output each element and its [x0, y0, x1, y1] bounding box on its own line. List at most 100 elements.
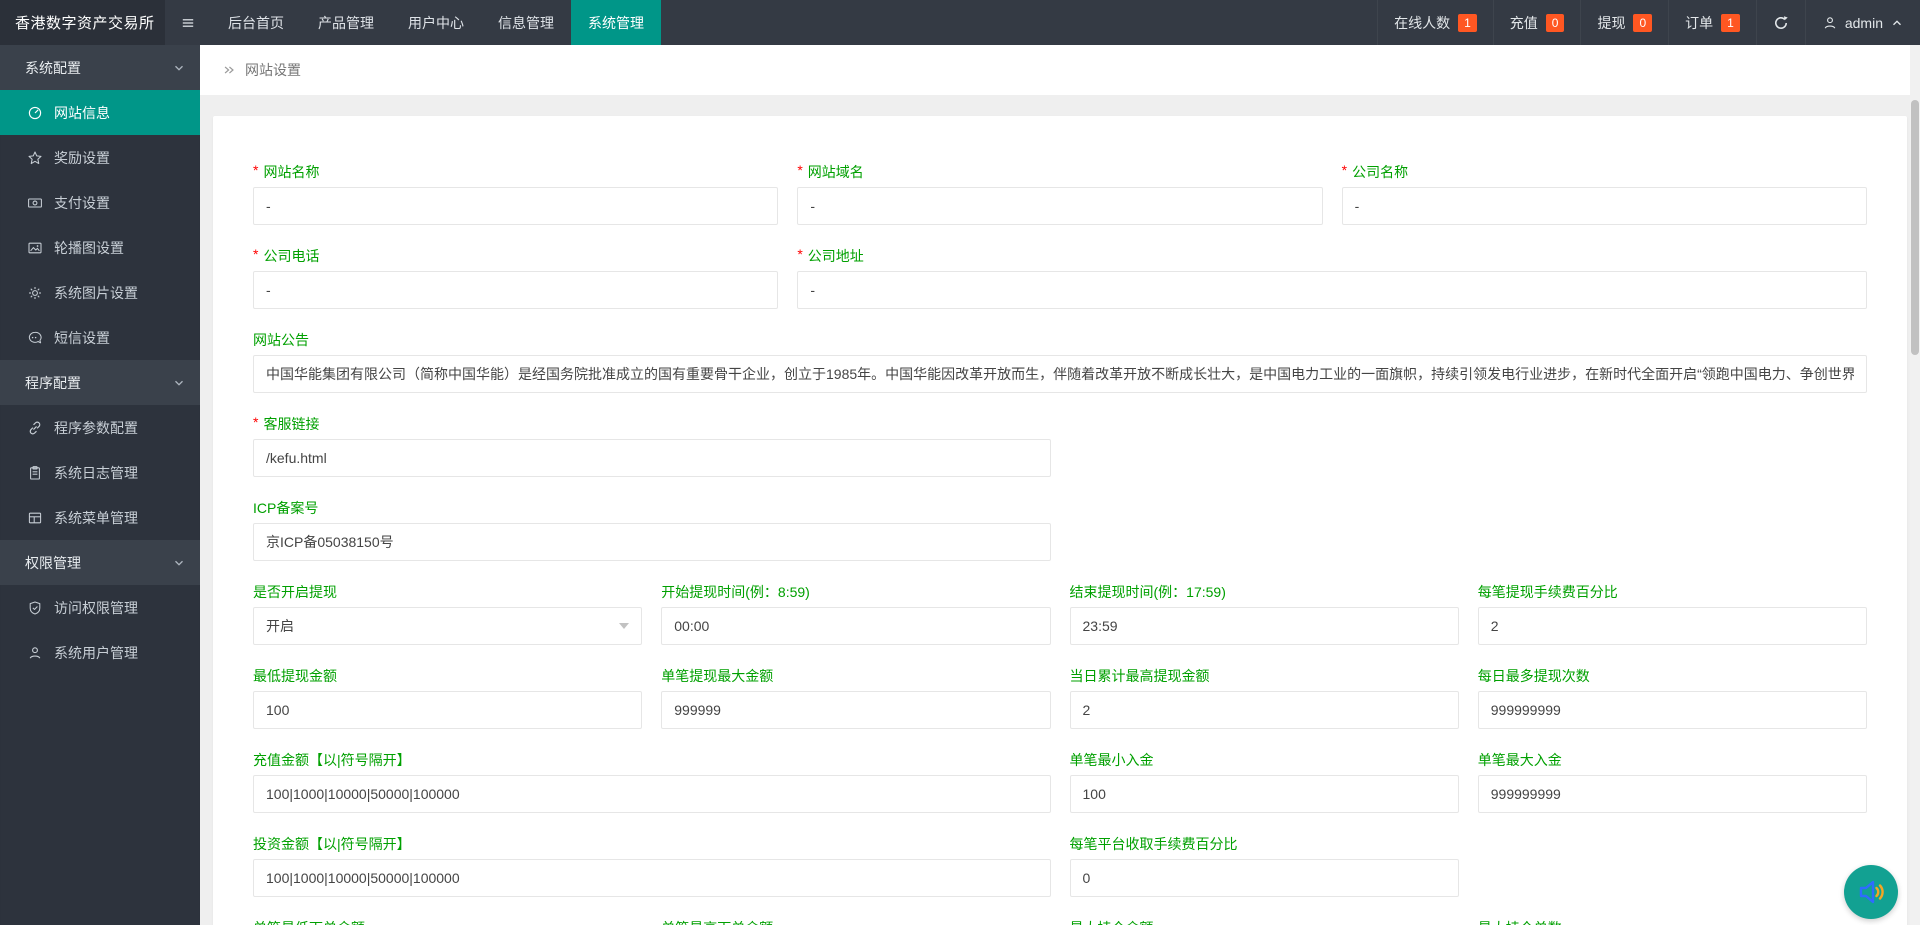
withdraw-min-input[interactable] [253, 691, 642, 729]
sidebar-item-system-logs[interactable]: 系统日志管理 [0, 450, 200, 495]
refresh-button[interactable] [1756, 0, 1805, 45]
sidebar-item-access-permissions[interactable]: 访问权限管理 [0, 585, 200, 630]
field-platform-fee: 每笔平台收取手续费百分比 [1070, 834, 1459, 897]
nav-item-info[interactable]: 信息管理 [481, 0, 571, 45]
sidebar-item-program-params[interactable]: 程序参数配置 [0, 405, 200, 450]
vertical-scrollbar[interactable] [1910, 45, 1920, 925]
field-withdraw-start: 开始提现时间(例：8:59) [661, 582, 1050, 645]
field-deposit-min: 单笔最小入金 [1070, 750, 1459, 813]
field-withdraw-fee: 每笔提现手续费百分比 [1478, 582, 1867, 645]
image-icon [27, 240, 43, 256]
icp-input[interactable] [253, 523, 1051, 561]
status-badge: 0 [1633, 14, 1652, 32]
field-site-name: 网站名称 [253, 162, 778, 225]
field-label: 充值金额【以|符号隔开】 [253, 750, 1051, 768]
nav-item-products[interactable]: 产品管理 [301, 0, 391, 45]
sidebar-item-system-users[interactable]: 系统用户管理 [0, 630, 200, 675]
field-label: 每日最多提现次数 [1478, 666, 1867, 684]
sidebar-group-program-config[interactable]: 程序配置 [0, 360, 200, 405]
status-badge: 1 [1458, 14, 1477, 32]
stat-online-users[interactable]: 在线人数 1 [1377, 0, 1493, 45]
user-menu[interactable]: admin [1805, 0, 1920, 45]
user-icon [1822, 15, 1838, 31]
field-withdraw-enabled: 是否开启提现 开启 [253, 582, 642, 645]
sidebar-item-system-menus[interactable]: 系统菜单管理 [0, 495, 200, 540]
stat-label: 充值 [1510, 13, 1538, 33]
withdraw-max-single-input[interactable] [661, 691, 1050, 729]
money-icon [27, 195, 43, 211]
settings-form-card: 网站名称 网站域名 公司名称 公司电话 公司地址 网站公告 [213, 116, 1907, 925]
sidebar-group-system-config[interactable]: 系统配置 [0, 45, 200, 90]
sidebar-toggle-button[interactable] [165, 0, 211, 45]
stat-recharge[interactable]: 充值 0 [1493, 0, 1581, 45]
user-icon [27, 645, 43, 661]
announcement-input[interactable] [253, 355, 1867, 393]
sidebar-item-site-info[interactable]: 网站信息 [0, 90, 200, 135]
withdraw-fee-input[interactable] [1478, 607, 1867, 645]
field-company-name: 公司名称 [1342, 162, 1867, 225]
header-right: 在线人数 1 充值 0 提现 0 订单 1 admin [1377, 0, 1920, 45]
stat-withdraw[interactable]: 提现 0 [1580, 0, 1668, 45]
service-link-input[interactable] [253, 439, 1051, 477]
withdraw-max-daily-input[interactable] [1070, 691, 1459, 729]
deposit-min-input[interactable] [1070, 775, 1459, 813]
field-label: 最低提现金额 [253, 666, 642, 684]
layout-icon [27, 510, 43, 526]
recharge-amounts-input[interactable] [253, 775, 1051, 813]
deposit-max-input[interactable] [1478, 775, 1867, 813]
link-icon [27, 420, 43, 436]
sidebar-item-system-images[interactable]: 系统图片设置 [0, 270, 200, 315]
field-withdraw-end: 结束提现时间(例：17:59) [1070, 582, 1459, 645]
field-label: 当日累计最高提现金额 [1070, 666, 1459, 684]
sidebar-item-sms-settings[interactable]: 短信设置 [0, 315, 200, 360]
chevron-up-icon [1890, 16, 1904, 30]
sidebar-item-carousel-settings[interactable]: 轮播图设置 [0, 225, 200, 270]
nav-item-home[interactable]: 后台首页 [211, 0, 301, 45]
field-withdraw-times-daily: 每日最多提现次数 [1478, 666, 1867, 729]
sidebar-group-permissions[interactable]: 权限管理 [0, 540, 200, 585]
sidebar-item-label: 短信设置 [54, 328, 110, 348]
sidebar: 系统配置 网站信息 奖励设置 支付设置 轮播图设置 系统图片设置 短信设置 程序… [0, 45, 200, 925]
scrollbar-thumb[interactable] [1911, 100, 1919, 355]
gear-icon [27, 285, 43, 301]
withdraw-start-input[interactable] [661, 607, 1050, 645]
site-name-input[interactable] [253, 187, 778, 225]
field-withdraw-max-single: 单笔提现最大金额 [661, 666, 1050, 729]
company-phone-input[interactable] [253, 271, 778, 309]
field-service-link: 客服链接 [253, 414, 1867, 477]
withdraw-enabled-select[interactable]: 开启 [253, 607, 642, 645]
status-badge: 1 [1721, 14, 1740, 32]
sound-toggle-button[interactable] [1844, 865, 1898, 919]
stat-label: 订单 [1685, 13, 1713, 33]
field-withdraw-max-daily: 当日累计最高提现金额 [1070, 666, 1459, 729]
withdraw-times-daily-input[interactable] [1478, 691, 1867, 729]
company-address-input[interactable] [797, 271, 1867, 309]
field-label: 公司电话 [253, 246, 778, 264]
field-announcement: 网站公告 [253, 330, 1867, 393]
selected-value: 开启 [266, 616, 294, 636]
field-position-max-count: 最大持仓单数 [1478, 918, 1867, 925]
sidebar-item-reward-settings[interactable]: 奖励设置 [0, 135, 200, 180]
company-name-input[interactable] [1342, 187, 1867, 225]
field-position-max-amount: 最大持仓金额 [1070, 918, 1459, 925]
field-label: 公司地址 [797, 246, 1867, 264]
sidebar-item-label: 系统菜单管理 [54, 508, 138, 528]
site-domain-input[interactable] [797, 187, 1322, 225]
platform-fee-input[interactable] [1070, 859, 1459, 897]
nav-item-system[interactable]: 系统管理 [571, 0, 661, 45]
group-label: 权限管理 [25, 553, 81, 573]
field-label: 公司名称 [1342, 162, 1867, 180]
field-label: 每笔提现手续费百分比 [1478, 582, 1867, 600]
withdraw-end-input[interactable] [1070, 607, 1459, 645]
sidebar-item-payment-settings[interactable]: 支付设置 [0, 180, 200, 225]
field-label: 单笔最高下单金额 [661, 918, 1050, 925]
field-label: 单笔最大入金 [1478, 750, 1867, 768]
stat-orders[interactable]: 订单 1 [1668, 0, 1756, 45]
invest-amounts-input[interactable] [253, 859, 1051, 897]
field-label: 单笔提现最大金额 [661, 666, 1050, 684]
chevron-down-icon [172, 376, 186, 390]
nav-item-users[interactable]: 用户中心 [391, 0, 481, 45]
message-icon [27, 330, 43, 346]
field-label: 单笔最小入金 [1070, 750, 1459, 768]
field-label: 结束提现时间(例：17:59) [1070, 582, 1459, 600]
